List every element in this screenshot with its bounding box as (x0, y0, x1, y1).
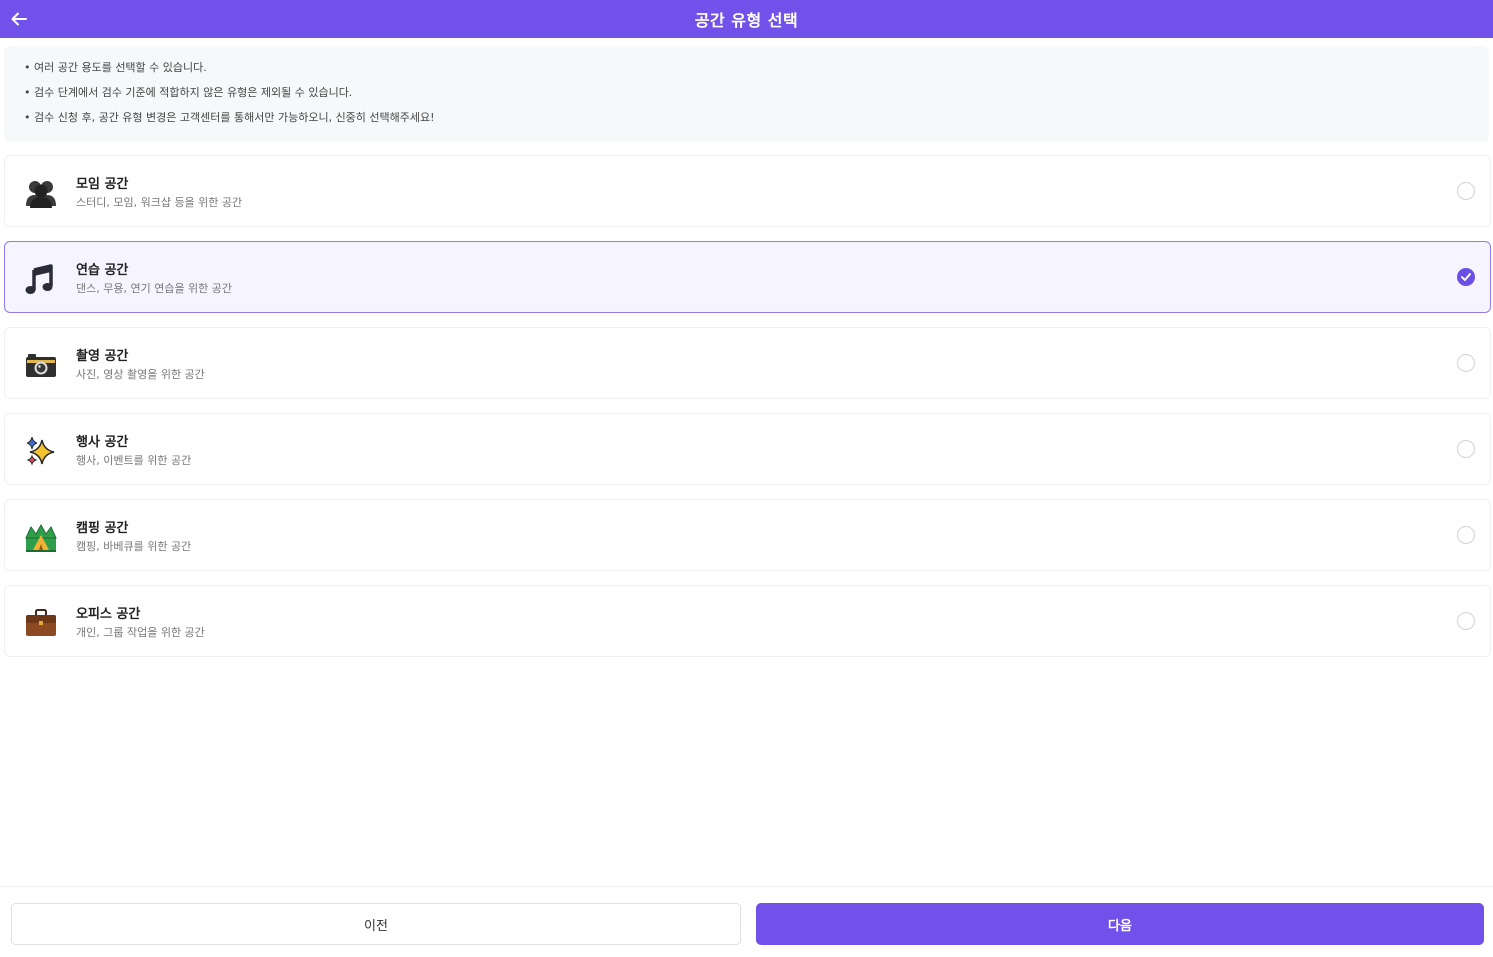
option-office-space[interactable]: 오피스 공간 개인, 그룹 작업을 위한 공간 (4, 585, 1491, 657)
option-meeting-space[interactable]: 모임 공간 스터디, 모임, 워크샵 등을 위한 공간 (4, 155, 1491, 227)
radio-button[interactable] (1457, 354, 1475, 372)
option-title: 캠핑 공간 (76, 521, 129, 536)
space-type-list: 모임 공간 스터디, 모임, 워크샵 등을 위한 공간 연습 공간 댄스, 무용… (4, 155, 1491, 671)
option-title: 모임 공간 (76, 177, 129, 192)
footer-bar: 이전 다음 (0, 886, 1493, 957)
people-icon (26, 181, 56, 208)
space-type-screen: 공간 유형 선택 • 여러 공간 용도를 선택할 수 있습니다. • 검수 단계… (0, 0, 1493, 957)
option-description: 댄스, 무용, 연기 연습을 위한 공간 (76, 282, 233, 295)
notice-line: • 검수 단계에서 검수 기준에 적합하지 않은 유형은 제외될 수 있습니다. (24, 86, 353, 99)
back-button[interactable] (4, 4, 34, 34)
option-description: 사진, 영상 촬영을 위한 공간 (76, 368, 205, 381)
radio-button[interactable] (1457, 612, 1475, 630)
camping-icon (25, 523, 57, 552)
option-practice-space[interactable]: 연습 공간 댄스, 무용, 연기 연습을 위한 공간 (4, 241, 1491, 313)
next-button[interactable]: 다음 (756, 903, 1484, 945)
sparkles-icon (26, 436, 55, 466)
option-camping-space[interactable]: 캠핑 공간 캠핑, 바베큐를 위한 공간 (4, 499, 1491, 571)
option-title: 촬영 공간 (76, 349, 129, 364)
camera-icon (26, 354, 56, 377)
option-description: 캠핑, 바베큐를 위한 공간 (76, 540, 192, 553)
option-title: 오피스 공간 (76, 607, 141, 622)
arrow-left-icon (11, 12, 27, 26)
option-description: 스터디, 모임, 워크샵 등을 위한 공간 (76, 196, 243, 209)
header-bar: 공간 유형 선택 (0, 0, 1493, 38)
option-description: 행사, 이벤트를 위한 공간 (76, 454, 192, 467)
notice-line: • 여러 공간 용도를 선택할 수 있습니다. (24, 61, 207, 74)
radio-button[interactable] (1457, 526, 1475, 544)
option-title: 행사 공간 (76, 435, 129, 450)
music-note-icon (25, 264, 53, 294)
briefcase-icon (26, 609, 56, 636)
radio-button-checked[interactable] (1457, 268, 1475, 286)
notice-line: • 검수 신청 후, 공간 유형 변경은 고객센터를 통해서만 가능하오니, 신… (24, 111, 435, 124)
notice-box: • 여러 공간 용도를 선택할 수 있습니다. • 검수 단계에서 검수 기준에… (4, 46, 1489, 142)
option-filming-space[interactable]: 촬영 공간 사진, 영상 촬영을 위한 공간 (4, 327, 1491, 399)
radio-button[interactable] (1457, 182, 1475, 200)
option-event-space[interactable]: 행사 공간 행사, 이벤트를 위한 공간 (4, 413, 1491, 485)
option-description: 개인, 그룹 작업을 위한 공간 (76, 626, 205, 639)
page-title: 공간 유형 선택 (694, 11, 799, 30)
option-title: 연습 공간 (76, 263, 129, 278)
previous-button[interactable]: 이전 (11, 903, 741, 945)
check-icon (1461, 273, 1471, 281)
radio-button[interactable] (1457, 440, 1475, 458)
